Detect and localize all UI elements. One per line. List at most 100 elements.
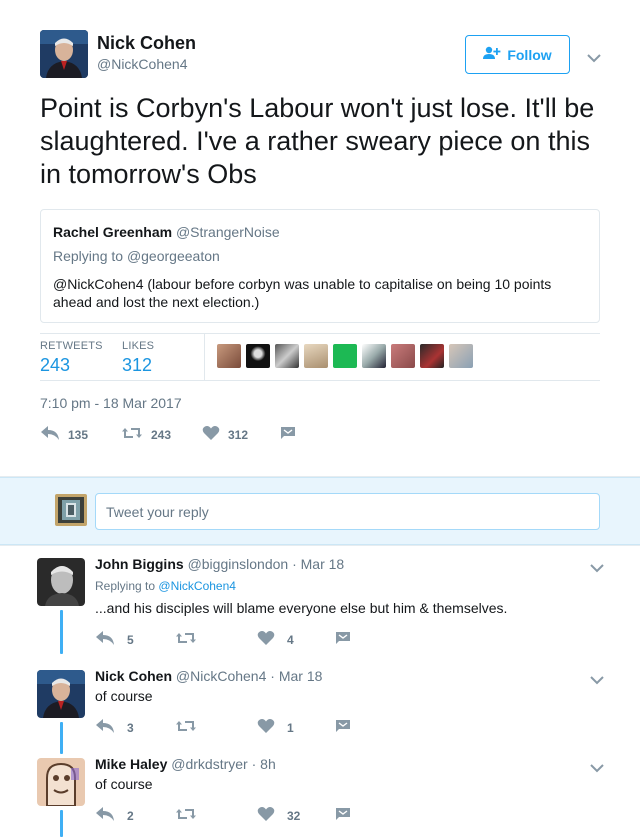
envelope-icon xyxy=(335,630,351,649)
reply-author-handle[interactable]: @drkdstryer xyxy=(171,756,247,772)
author-avatar[interactable] xyxy=(40,30,88,78)
like-action[interactable]: 4 xyxy=(257,630,294,649)
like-action[interactable]: 32 xyxy=(257,806,300,825)
like-action[interactable]: 312 xyxy=(202,425,248,444)
likes-stat[interactable]: LIKES 312 xyxy=(122,340,154,376)
envelope-icon xyxy=(335,718,351,737)
envelope-icon xyxy=(280,425,296,444)
reply-tweet[interactable]: John Biggins @bigginslondon · Mar 18 Rep… xyxy=(0,546,640,658)
reply-time[interactable]: Mar 18 xyxy=(301,556,345,572)
message-action[interactable] xyxy=(335,718,351,737)
liker-avatar[interactable] xyxy=(304,344,328,368)
follow-button[interactable]: Follow xyxy=(465,35,570,74)
reply-header: Nick Cohen @NickCohen4 · Mar 18 xyxy=(95,668,322,684)
thread-connector xyxy=(60,810,63,837)
reply-action[interactable]: 2 xyxy=(95,806,134,825)
author-name[interactable]: Nick Cohen xyxy=(97,33,196,54)
replies-list: John Biggins @bigginslondon · Mar 18 Rep… xyxy=(0,546,640,837)
chevron-down-icon[interactable] xyxy=(590,560,604,573)
reply-text: ...and his disciples will blame everyone… xyxy=(95,600,508,616)
retweet-action[interactable] xyxy=(175,718,209,737)
heart-icon xyxy=(257,806,275,825)
retweet-count: 243 xyxy=(151,427,172,442)
liker-avatar[interactable] xyxy=(246,344,270,368)
liker-avatar[interactable] xyxy=(391,344,415,368)
reply-tweet[interactable]: Mike Haley @drkdstryer · 8h of course 2 … xyxy=(0,746,640,837)
reply-separator: · xyxy=(251,756,257,772)
retweets-stat[interactable]: RETWEETS 243 xyxy=(40,340,103,376)
chevron-down-icon[interactable] xyxy=(587,50,601,63)
reply-author-name[interactable]: John Biggins xyxy=(95,556,184,572)
like-count: 1 xyxy=(287,720,294,735)
replying-prefix: Replying to xyxy=(95,579,156,593)
follow-label: Follow xyxy=(507,46,552,63)
like-count: 32 xyxy=(287,808,301,823)
message-action[interactable] xyxy=(335,806,351,825)
heart-icon xyxy=(257,718,275,737)
user-avatar[interactable] xyxy=(55,494,87,526)
reply-icon xyxy=(95,806,115,825)
quoted-replying-prefix: Replying to xyxy=(53,248,124,264)
likers-avatars xyxy=(217,344,473,368)
reply-avatar[interactable] xyxy=(37,670,85,718)
reply-count: 5 xyxy=(127,632,134,647)
retweet-icon xyxy=(175,718,197,737)
reply-separator: · xyxy=(292,556,297,572)
chevron-down-icon[interactable] xyxy=(590,672,604,685)
likes-label: LIKES xyxy=(122,340,155,352)
message-action[interactable] xyxy=(280,425,296,444)
reply-icon xyxy=(40,425,60,444)
reply-count: 3 xyxy=(127,720,134,735)
tweet-stats: RETWEETS 243 LIKES 312 xyxy=(40,333,600,381)
quoted-author: Rachel Greenham @StrangerNoise xyxy=(53,224,280,240)
quoted-author-name: Rachel Greenham xyxy=(53,224,173,240)
retweet-action[interactable] xyxy=(175,630,209,649)
reply-count: 2 xyxy=(127,808,134,823)
liker-avatar[interactable] xyxy=(275,344,299,368)
author-handle[interactable]: @NickCohen4 xyxy=(97,56,187,72)
tweet-card: Nick Cohen @NickCohen4 Follow Point is C… xyxy=(0,0,640,476)
reply-time[interactable]: Mar 18 xyxy=(279,668,323,684)
tweet-actions: 135 243 312 xyxy=(40,425,340,445)
reply-author-handle[interactable]: @NickCohen4 xyxy=(176,668,266,684)
reply-action[interactable]: 3 xyxy=(95,718,134,737)
quoted-replying-to: Replying to @georgeeaton xyxy=(53,248,220,264)
tweet-text: Point is Corbyn's Labour won't just lose… xyxy=(40,93,595,189)
reply-avatar[interactable] xyxy=(37,558,85,606)
reply-time[interactable]: 8h xyxy=(260,756,276,772)
tweet-timestamp[interactable]: 7:10 pm - 18 Mar 2017 xyxy=(40,395,182,411)
retweet-icon xyxy=(175,630,197,649)
retweet-icon xyxy=(175,806,197,825)
reply-input[interactable]: Tweet your reply xyxy=(95,493,600,530)
like-count: 312 xyxy=(228,427,249,442)
reply-author-name[interactable]: Nick Cohen xyxy=(95,668,172,684)
reply-author-handle[interactable]: @bigginslondon xyxy=(188,556,289,572)
reply-tweet[interactable]: Nick Cohen @NickCohen4 · Mar 18 of cours… xyxy=(0,658,640,754)
liker-avatar[interactable] xyxy=(217,344,241,368)
reply-author-name[interactable]: Mike Haley xyxy=(95,756,167,772)
retweet-icon xyxy=(121,425,143,444)
chevron-down-icon[interactable] xyxy=(590,760,604,773)
reply-replying-to: Replying to @NickCohen4 xyxy=(95,579,236,593)
quoted-tweet[interactable]: Rachel Greenham @StrangerNoise Replying … xyxy=(40,209,600,323)
replying-handle[interactable]: @NickCohen4 xyxy=(158,579,236,593)
liker-avatar[interactable] xyxy=(420,344,444,368)
reply-text: of course xyxy=(95,776,153,792)
reply-avatar[interactable] xyxy=(37,758,85,806)
reply-header: Mike Haley @drkdstryer · 8h xyxy=(95,756,276,772)
liker-avatar[interactable] xyxy=(333,344,357,368)
retweet-action[interactable]: 243 xyxy=(121,425,171,444)
retweet-action[interactable] xyxy=(175,806,209,825)
liker-avatar[interactable] xyxy=(362,344,386,368)
liker-avatar[interactable] xyxy=(449,344,473,368)
quoted-replying-handle[interactable]: @georgeeaton xyxy=(127,248,220,264)
envelope-icon xyxy=(335,806,351,825)
retweets-label: RETWEETS xyxy=(40,340,103,352)
reply-actions: 5 4 xyxy=(95,630,365,650)
message-action[interactable] xyxy=(335,630,351,649)
reply-action[interactable]: 5 xyxy=(95,630,134,649)
reply-text: of course xyxy=(95,688,153,704)
reply-action[interactable]: 135 xyxy=(40,425,88,444)
like-action[interactable]: 1 xyxy=(257,718,294,737)
reply-icon xyxy=(95,630,115,649)
